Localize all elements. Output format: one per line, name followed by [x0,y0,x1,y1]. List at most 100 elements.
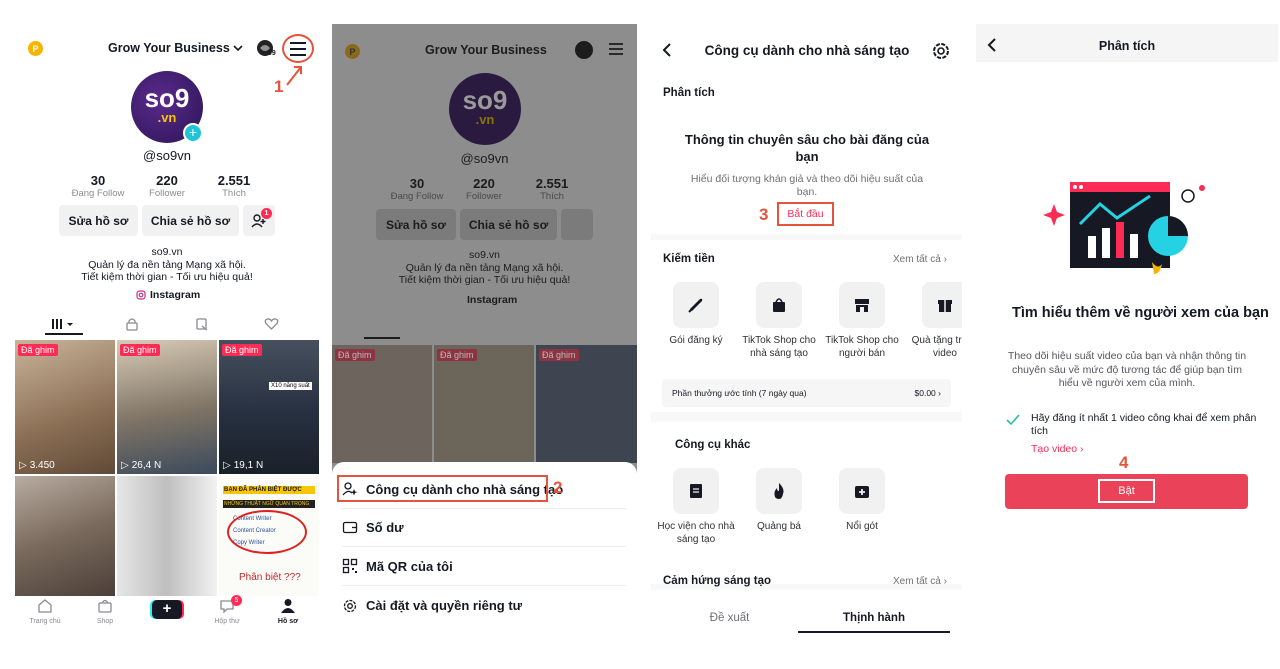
grid-icon [52,319,73,329]
gift-icon [922,282,962,328]
section-other-title: Công cụ khác [675,439,751,451]
page-title: Phân tích [1098,39,1156,53]
reward-label: Phần thưởng ước tính (7 ngày qua) [672,388,807,398]
lock-icon [126,318,138,331]
tab-suggested[interactable]: Đề xuất [651,612,808,624]
video-thumbnail[interactable]: BẠN ĐÃ PHÂN BIỆT ĐƯỢC NHỮNG THUẬT NGỮ QU… [219,476,319,596]
edit-profile-button[interactable]: Sửa hồ sơ [59,205,138,236]
tool-promote[interactable]: Quảng bá [739,468,819,533]
video-thumbnail[interactable]: Đã ghim ▷ 3.450 [15,340,115,474]
start-button[interactable]: Bắt đầu [777,202,834,226]
menu-item-qr[interactable]: Mã QR của tôi [342,547,626,586]
stat-value: 2.551 [535,176,569,191]
tab-underline [364,337,400,339]
tab-liked[interactable] [264,317,279,336]
page-title: Công cụ dành cho nhà sáng tạo [704,43,910,58]
repost-icon [196,318,208,331]
account-title-dim: Grow Your Business [425,43,547,57]
see-all-link[interactable]: Xem tất cả › [893,576,947,587]
pinned-badge: Đã ghim [222,344,262,356]
back-icon[interactable] [662,43,672,62]
menu-icon[interactable] [608,42,624,61]
view-count: ▷ 19,1 N [223,460,264,471]
tool-tiktok-shop-creator[interactable]: TikTok Shop cho nhà sáng tạo [739,282,819,360]
shop-bag-icon [756,282,802,328]
tab-reposts[interactable] [195,317,209,336]
nav-profile[interactable]: Hồ sơ [268,598,308,625]
add-friend-button[interactable]: 1 [243,205,275,236]
instagram-link[interactable]: Instagram [136,289,200,301]
streak-icon[interactable]: 99 [256,39,276,59]
stat-value: 30 [90,173,106,188]
tool-subscription[interactable]: Gói đăng ký [656,282,736,347]
shop-bag-icon [98,599,112,613]
red-circle-mark [227,510,307,554]
menu-item-balance[interactable]: Số dư [342,508,626,547]
coin-icon[interactable]: P [28,41,43,56]
profile-screen: P Grow Your Business 99 1 so9 .vn + @so9… [15,24,319,669]
account-switcher[interactable]: Grow Your Business [108,41,243,55]
create-video-link[interactable]: Tạo video › [1031,443,1084,455]
tool-creator-academy[interactable]: Học viện cho nhà sáng tạo [656,468,736,546]
video-thumbnail-dim: Đã ghim [434,345,534,463]
bio-name: so9.vn [469,249,500,261]
video-thumbnail-dim: Đã ghim [332,345,432,463]
view-count-value: 26,4 N [131,460,162,471]
pinned-badge: Đã ghim [120,344,160,356]
tool-tiktok-shop-seller[interactable]: TikTok Shop cho người bán [822,282,902,360]
nav-home[interactable]: Trang chủ [25,598,65,625]
streak-icon [575,41,593,59]
video-thumbnail[interactable] [15,476,115,596]
step-3-label: 3 [759,205,769,224]
creator-tools-screen: Công cụ dành cho nhà sáng tạo Phân tích … [651,24,962,669]
create-video-label: Tạo video [1031,443,1078,455]
stat-label: Đang Follow [390,191,444,202]
tab-trending[interactable]: Thịnh hành [798,612,950,624]
bio-line-2: Tiết kiệm thời gian - Tối ưu hiệu quả! [81,271,253,283]
estimated-reward-row[interactable]: Phần thưởng ước tính (7 ngày qua) $0.00 … [662,379,951,407]
bio-line-1: Quản lý đa nền tảng Mạng xã hội. [405,261,564,274]
settings-gear-icon[interactable] [931,41,951,66]
stat-value: 30 [409,176,425,191]
video-thumbnail[interactable] [117,476,217,596]
stat-likes[interactable]: 2.551 Thích [204,173,264,199]
stat-label: Đang Follow [71,188,125,199]
instagram-label: Instagram [150,289,201,301]
bio: so9.vn Quản lý đa nền tảng Mạng xã hội. … [15,246,319,284]
coin-icon: P [345,44,360,59]
tab-underline [45,333,83,335]
menu-item-settings[interactable]: Cài đặt và quyền riêng tư [342,586,626,625]
store-icon [839,282,885,328]
video-thumbnail[interactable]: Đã ghim X10 năng suất ▷ 19,1 N [219,340,319,474]
tab-videos[interactable] [49,317,79,331]
tool-label: Gói đăng ký [669,335,723,346]
view-count: ▷ 3.450 [19,460,55,471]
tool-spotlight[interactable]: Nổi gót [822,468,902,533]
see-all-link[interactable]: Xem tất cả › [893,254,947,265]
create-button[interactable]: + [152,600,182,619]
thumb-caption: NHỮNG THUẬT NGỮ QUAN TRỌNG [223,500,315,508]
stat-value: 220 [156,173,178,188]
tool-label: Học viện cho nhà sáng tạo [657,521,735,545]
nav-shop[interactable]: Shop [85,598,125,625]
tab-private[interactable] [125,317,139,336]
nav-inbox[interactable]: Hộp thư 5 [207,595,247,625]
tool-video-gifts[interactable]: Quà tặng trong video [905,282,962,360]
enable-button[interactable]: Bật [1098,479,1155,503]
tool-label: Nổi gót [846,521,878,532]
account-title: Grow Your Business [108,41,230,55]
video-thumbnail-dim: Đã ghim [536,345,637,463]
avatar-dim: so9 .vn [449,73,521,145]
video-thumbnail[interactable]: Đã ghim ▷ 26,4 N [117,340,217,474]
stat-value: 2.551 [217,173,251,188]
add-avatar-icon[interactable]: + [183,123,203,143]
stat-dim: 30 Đang Follow [387,176,447,202]
stat-followers[interactable]: 220 Follower [137,173,197,199]
stat-following[interactable]: 30 Đang Follow [68,173,128,199]
wallet-icon [342,521,358,534]
share-profile-button[interactable]: Chia sẻ hồ sơ [142,205,239,236]
reward-value: $0.00 [914,388,936,398]
book-icon [673,468,719,514]
qr-code-icon [342,558,358,574]
instagram-icon [136,290,146,300]
